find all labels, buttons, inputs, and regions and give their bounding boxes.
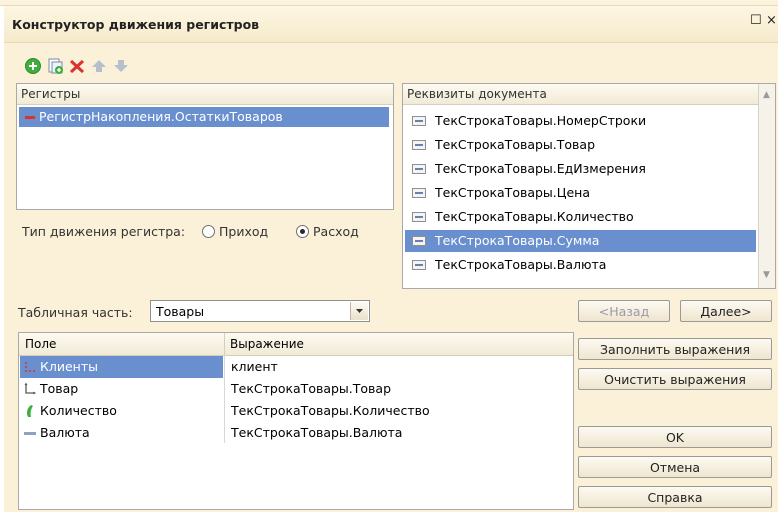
attribute-item-label: ТекСтрокаТовары.Количество bbox=[435, 209, 634, 224]
tabular-part-select[interactable]: Товары bbox=[150, 300, 370, 322]
attribute-item[interactable]: ТекСтрокаТовары.Валюта bbox=[405, 254, 756, 276]
tabular-part-value: Товары bbox=[156, 304, 205, 319]
fill-expressions-button[interactable]: Заполнить выражения bbox=[578, 338, 772, 360]
fields-grid[interactable]: Поле Выражение Клиенты клиент Товар ТекС… bbox=[18, 332, 574, 510]
radio-expense[interactable] bbox=[296, 225, 309, 238]
grid-expression-cell[interactable]: ТекСтрокаТовары.Количество bbox=[231, 400, 430, 422]
attribute-icon bbox=[412, 236, 426, 246]
grid-expression-cell[interactable]: ТекСтрокаТовары.Валюта bbox=[231, 422, 402, 444]
chevron-down-icon bbox=[356, 309, 363, 313]
attribute-item-label: ТекСтрокаТовары.Цена bbox=[435, 185, 590, 200]
register-item-label: РегистрНакопления.ОстаткиТоваров bbox=[39, 109, 283, 124]
register-item[interactable]: РегистрНакопления.ОстаткиТоваров bbox=[19, 107, 389, 127]
document-attributes-list[interactable]: Реквизиты документа ▲ ▼ ТекСтрокаТовары.… bbox=[402, 83, 776, 289]
grid-divider bbox=[224, 355, 225, 443]
grid-field-cell[interactable]: Клиенты bbox=[20, 356, 223, 378]
clear-expressions-button[interactable]: Очистить выражения bbox=[578, 368, 772, 390]
attribute-item-label: ТекСтрокаТовары.Валюта bbox=[435, 257, 607, 272]
tabular-part-label: Табличная часть: bbox=[18, 305, 133, 320]
back-button[interactable]: <Назад bbox=[578, 300, 670, 322]
grid-expression-cell[interactable]: ТекСтрокаТовары.Товар bbox=[231, 378, 391, 400]
dimension-icon bbox=[24, 382, 36, 395]
register-movement-dialog: Конструктор движения регистров ☐ × Регис… bbox=[4, 6, 778, 512]
delete-button[interactable] bbox=[68, 57, 86, 75]
registers-header: Регистры bbox=[17, 84, 393, 105]
column-expression[interactable]: Выражение bbox=[230, 337, 304, 351]
grid-field-label: Количество bbox=[40, 403, 117, 418]
scroll-up-icon[interactable]: ▲ bbox=[763, 90, 770, 100]
grid-field-label: Клиенты bbox=[40, 359, 99, 374]
next-button[interactable]: Далее> bbox=[680, 300, 772, 322]
add-icon bbox=[25, 58, 41, 74]
attribute-item[interactable]: ТекСтрокаТовары.Количество bbox=[405, 206, 756, 228]
move-up-icon bbox=[92, 60, 106, 72]
radio-income[interactable] bbox=[202, 225, 215, 238]
radio-income-label: Приход bbox=[219, 224, 269, 239]
move-up-button[interactable] bbox=[90, 57, 108, 75]
attribute-item[interactable]: ТекСтрокаТовары.Товар bbox=[405, 134, 756, 156]
attribute-icon bbox=[24, 432, 36, 435]
attribute-item[interactable]: ТекСтрокаТовары.ЕдИзмерения bbox=[405, 158, 756, 180]
column-divider bbox=[224, 333, 225, 355]
move-down-button[interactable] bbox=[112, 57, 130, 75]
title-bar: Конструктор движения регистров ☐ × bbox=[4, 6, 778, 43]
restore-button[interactable]: ☐ bbox=[750, 14, 764, 27]
attribute-item-label: ТекСтрокаТовары.НомерСтроки bbox=[435, 113, 647, 128]
grid-header: Поле Выражение bbox=[19, 333, 573, 356]
move-down-icon bbox=[114, 60, 128, 72]
grid-field-label: Валюта bbox=[40, 425, 90, 440]
column-field[interactable]: Поле bbox=[25, 337, 56, 351]
attributes-scrollbar[interactable]: ▲ ▼ bbox=[758, 84, 775, 288]
movement-type-label: Тип движения регистра: bbox=[22, 224, 186, 239]
attribute-item-selected[interactable]: ТекСтрокаТовары.Сумма bbox=[405, 230, 756, 252]
copy-icon bbox=[48, 58, 63, 74]
scroll-down-icon[interactable]: ▼ bbox=[763, 270, 770, 280]
document-attributes-header: Реквизиты документа bbox=[403, 84, 758, 105]
attribute-item-label: ТекСтрокаТовары.Товар bbox=[435, 137, 596, 152]
attribute-icon bbox=[412, 140, 426, 150]
attribute-item-label: ТекСтрокаТовары.ЕдИзмерения bbox=[435, 161, 646, 176]
attribute-item[interactable]: ТекСтрокаТовары.НомерСтроки bbox=[405, 110, 756, 132]
radio-expense-label: Расход bbox=[313, 224, 359, 239]
resource-icon bbox=[27, 405, 33, 417]
grid-field-label: Товар bbox=[40, 381, 79, 396]
cancel-button[interactable]: Отмена bbox=[578, 456, 772, 478]
grid-field-cell[interactable]: Валюта bbox=[20, 422, 223, 444]
grid-field-cell[interactable]: Товар bbox=[20, 378, 223, 400]
ok-button[interactable]: OK bbox=[578, 426, 772, 448]
add-button[interactable] bbox=[24, 57, 42, 75]
attribute-item-label: ТекСтрокаТовары.Сумма bbox=[435, 233, 600, 248]
register-icon bbox=[25, 116, 35, 119]
help-button[interactable]: Справка bbox=[578, 486, 772, 508]
attribute-icon bbox=[412, 164, 426, 174]
attribute-icon bbox=[412, 212, 426, 222]
attribute-item[interactable]: ТекСтрокаТовары.Цена bbox=[405, 182, 756, 204]
attribute-icon bbox=[412, 116, 426, 126]
close-button[interactable]: × bbox=[766, 14, 778, 27]
grid-expression-cell[interactable]: клиент bbox=[231, 356, 278, 378]
copy-button[interactable] bbox=[46, 57, 64, 75]
delete-icon bbox=[69, 59, 85, 74]
grid-field-cell[interactable]: Количество bbox=[20, 400, 223, 422]
window-title: Конструктор движения регистров bbox=[12, 17, 260, 32]
dropdown-button[interactable] bbox=[350, 302, 368, 320]
attribute-icon bbox=[412, 188, 426, 198]
registers-list[interactable]: Регистры РегистрНакопления.ОстаткиТоваро… bbox=[16, 83, 394, 210]
attribute-icon bbox=[412, 260, 426, 270]
dimension-icon bbox=[25, 362, 35, 372]
